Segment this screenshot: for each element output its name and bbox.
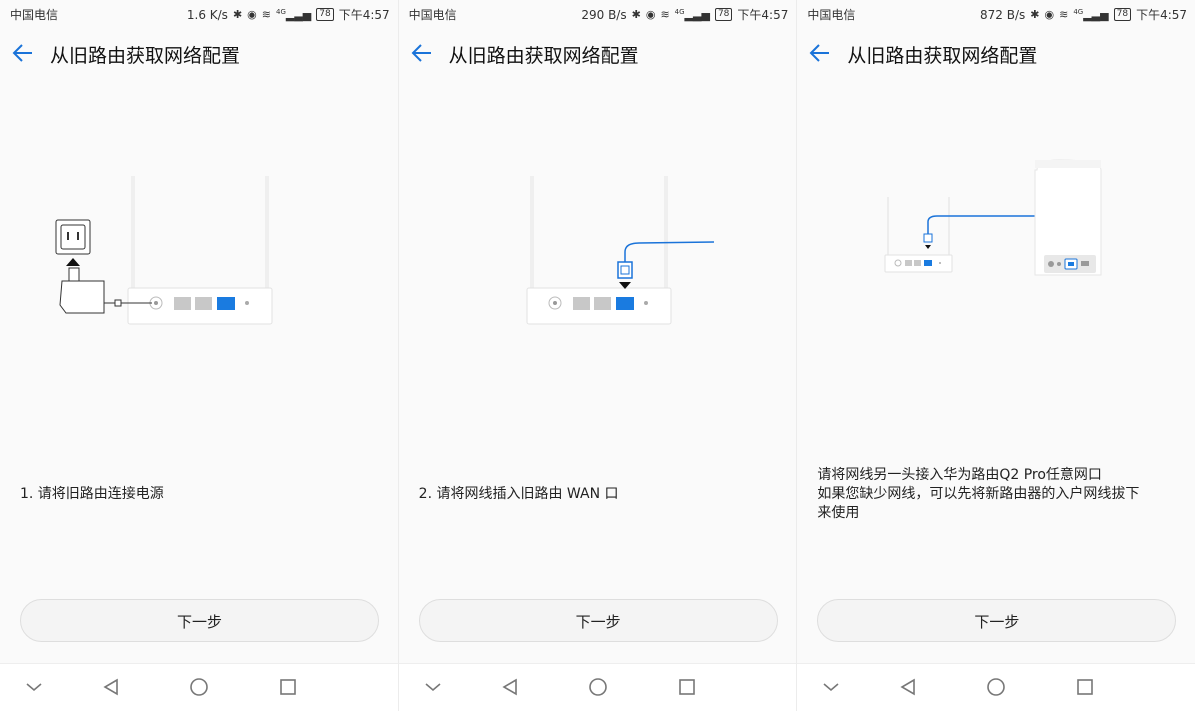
network-speed: 290 B/s: [581, 7, 627, 22]
battery-indicator: 78: [1113, 8, 1132, 21]
wan-port: [924, 260, 933, 266]
home-circle-icon[interactable]: [986, 677, 1006, 697]
wan-port: [615, 297, 634, 310]
page-title: 从旧路由获取网络配置: [847, 45, 1038, 67]
wan-connection-illustration: [526, 176, 714, 325]
home-circle-icon[interactable]: [189, 677, 209, 697]
status-bar: 中国电信 872 B/s ✱ ◉ ≋ 4G▂▃▅ 78 下午4:57: [797, 0, 1195, 28]
router-antenna-right: [663, 176, 668, 296]
lan-port-1: [572, 297, 590, 310]
chevron-down-icon[interactable]: [24, 677, 44, 697]
battery-indicator: 78: [714, 8, 733, 21]
ethernet-cable: [623, 241, 714, 262]
eye-comfort-icon: ◉: [247, 8, 257, 21]
insert-arrow: [66, 258, 80, 266]
screen-3: 中国电信 872 B/s ✱ ◉ ≋ 4G▂▃▅ 78 下午4:57 从旧路由获…: [797, 0, 1195, 711]
wifi-icon: ≋: [261, 8, 271, 21]
page-title: 从旧路由获取网络配置: [448, 45, 639, 67]
bluetooth-icon: ✱: [631, 8, 641, 21]
app-bar: 从旧路由获取网络配置: [797, 34, 1195, 74]
instruction-text: 2. 请将网线插入旧路由 WAN 口: [418, 486, 619, 502]
back-triangle-icon[interactable]: [898, 677, 918, 697]
wan-port: [217, 297, 235, 310]
ethernet-plug: [616, 261, 633, 279]
bluetooth-icon: ✱: [1030, 8, 1040, 21]
carrier-label: 中国电信: [807, 8, 856, 22]
eye-comfort-icon: ◉: [1044, 8, 1055, 21]
next-step-button[interactable]: 下一步: [20, 599, 379, 642]
signal-icon: 4G▂▃▅: [275, 7, 312, 22]
screen-1: 中国电信 1.6 K/s ✱ ◉ ≋ 4G▂▃▅ 78 下午4:57 从旧路由获…: [0, 0, 399, 711]
next-step-button[interactable]: 下一步: [817, 599, 1177, 642]
router-antenna-left: [529, 176, 534, 296]
screen-2: 中国电信 290 B/s ✱ ◉ ≋ 4G▂▃▅ 78 下午4:57 从旧路由获…: [398, 0, 798, 711]
instruction-text: 请将网线另一头接入华为路由Q2 Pro任意网口 如果您缺少网线，可以先将新路由器…: [817, 467, 1140, 521]
network-speed: 1.6 K/s: [186, 7, 228, 22]
q2-pro-connection-illustration: [884, 159, 1102, 276]
clock: 下午4:57: [1136, 8, 1188, 22]
home-circle-icon[interactable]: [588, 677, 608, 697]
next-step-button[interactable]: 下一步: [418, 599, 778, 642]
back-arrow-icon[interactable]: [409, 40, 435, 66]
bluetooth-icon: ✱: [232, 8, 243, 21]
system-nav-bar: [797, 663, 1195, 711]
chevron-down-icon[interactable]: [821, 677, 841, 697]
back-arrow-icon[interactable]: [807, 40, 833, 66]
app-bar: 从旧路由获取网络配置: [399, 34, 797, 74]
battery-indicator: 78: [316, 8, 334, 21]
page-title: 从旧路由获取网络配置: [50, 45, 241, 67]
back-triangle-icon[interactable]: [500, 677, 520, 697]
system-nav-bar: [0, 663, 398, 711]
clock: 下午4:57: [737, 8, 789, 22]
status-bar: 中国电信 1.6 K/s ✱ ◉ ≋ 4G▂▃▅ 78 下午4:57: [0, 0, 398, 28]
signal-icon: 4G▂▃▅: [1073, 7, 1109, 22]
router-antenna-right: [948, 197, 951, 262]
q2-lan-port: [1068, 262, 1075, 266]
router-antenna-right: [265, 176, 269, 296]
power-connection-illustration: [55, 176, 273, 325]
wifi-icon: ≋: [1059, 8, 1069, 21]
system-nav-bar: [398, 663, 797, 711]
lan-port-1: [174, 297, 191, 310]
recents-square-icon[interactable]: [278, 677, 298, 697]
wifi-icon: ≋: [660, 8, 670, 21]
recents-square-icon[interactable]: [677, 677, 697, 697]
signal-icon: 4G▂▃▅: [674, 7, 710, 22]
eye-comfort-icon: ◉: [645, 8, 656, 21]
back-arrow-icon[interactable]: [10, 40, 36, 66]
power-adapter: [59, 280, 105, 314]
clock: 下午4:57: [338, 8, 390, 22]
app-bar: 从旧路由获取网络配置: [0, 34, 398, 74]
router-antenna-left: [131, 176, 135, 296]
status-bar: 中国电信 290 B/s ✱ ◉ ≋ 4G▂▃▅ 78 下午4:57: [399, 0, 797, 28]
lan-port-2: [195, 297, 212, 310]
router-antenna-left: [887, 197, 890, 262]
instruction-text: 1. 请将旧路由连接电源: [20, 486, 164, 502]
network-speed: 872 B/s: [980, 7, 1026, 22]
back-triangle-icon[interactable]: [101, 677, 121, 697]
carrier-label: 中国电信: [408, 8, 457, 22]
chevron-down-icon[interactable]: [423, 677, 443, 697]
lan-port-2: [593, 297, 611, 310]
recents-square-icon[interactable]: [1075, 677, 1095, 697]
carrier-label: 中国电信: [10, 8, 59, 22]
